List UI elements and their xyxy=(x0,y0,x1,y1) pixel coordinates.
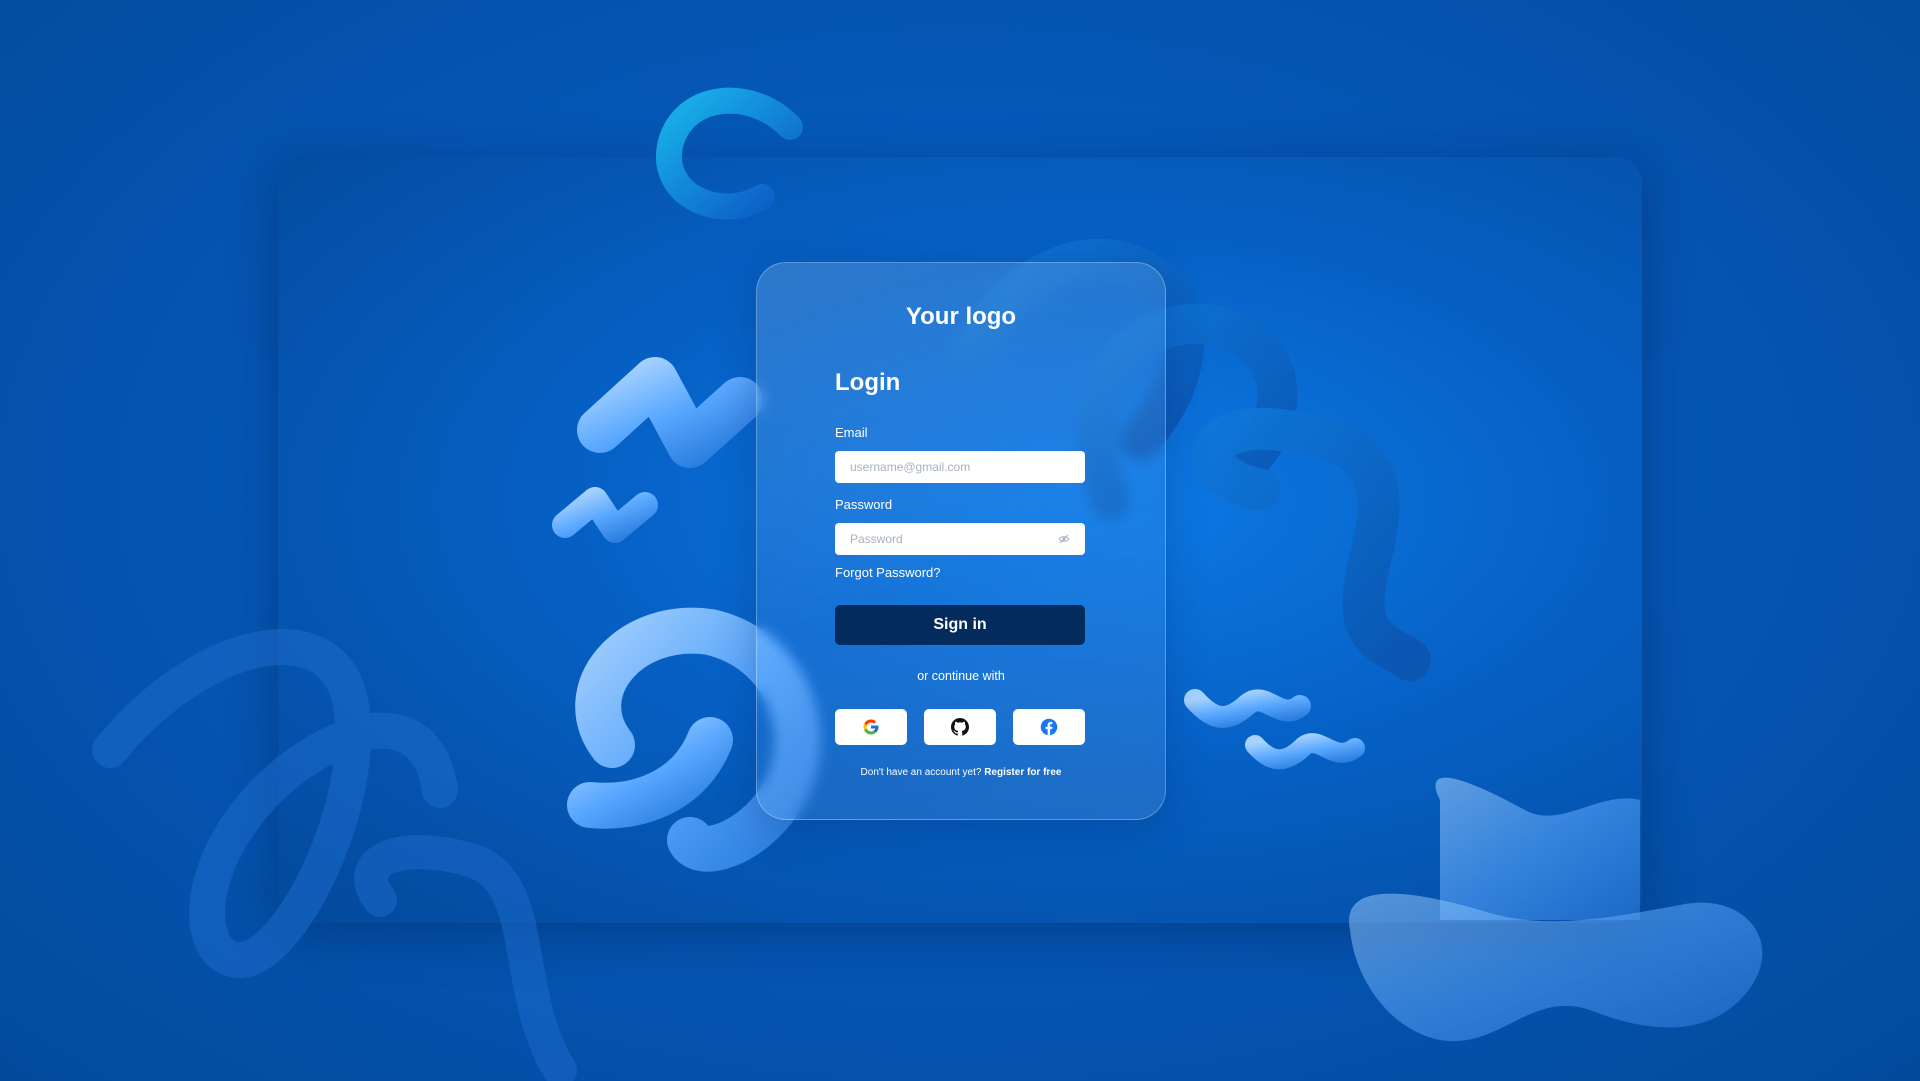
email-label: Email xyxy=(835,425,868,440)
zigzag-shape-small xyxy=(552,487,658,543)
blob-shape xyxy=(1435,777,1640,920)
github-icon xyxy=(951,718,969,736)
facebook-icon xyxy=(1040,718,1058,736)
email-input[interactable] xyxy=(850,460,1070,474)
github-signin-button[interactable] xyxy=(924,709,996,745)
password-input[interactable] xyxy=(850,532,1058,546)
email-field[interactable] xyxy=(835,451,1085,483)
eye-slash-icon[interactable] xyxy=(1058,534,1070,544)
google-signin-button[interactable] xyxy=(835,709,907,745)
wave-shape-lower xyxy=(1245,733,1365,770)
continue-with-text: or continue with xyxy=(917,669,1005,683)
curl-shape-right xyxy=(1191,407,1431,681)
sign-in-button[interactable]: Sign in xyxy=(835,605,1085,645)
login-title: Login xyxy=(835,369,901,396)
login-page: Your logo Login Email Password Forgot Pa… xyxy=(0,0,1920,1081)
register-prompt: Don't have an account yet? Register for … xyxy=(757,767,1165,778)
password-label: Password xyxy=(835,497,893,512)
no-account-text: Don't have an account yet? xyxy=(860,767,982,778)
logo-text: Your logo xyxy=(905,303,1017,330)
facebook-signin-button[interactable] xyxy=(1013,709,1085,745)
loop-shape-bottom xyxy=(354,835,577,1081)
login-card: Your logo Login Email Password Forgot Pa… xyxy=(756,262,1166,820)
teal-ring-shape xyxy=(655,87,803,220)
register-link[interactable]: Register for free xyxy=(984,767,1061,778)
password-field[interactable] xyxy=(835,523,1085,555)
zigzag-shape-large xyxy=(577,357,763,468)
google-icon xyxy=(863,719,879,735)
forgot-password-link[interactable]: Forgot Password? xyxy=(835,565,941,580)
wave-shape-upper xyxy=(1184,689,1311,728)
